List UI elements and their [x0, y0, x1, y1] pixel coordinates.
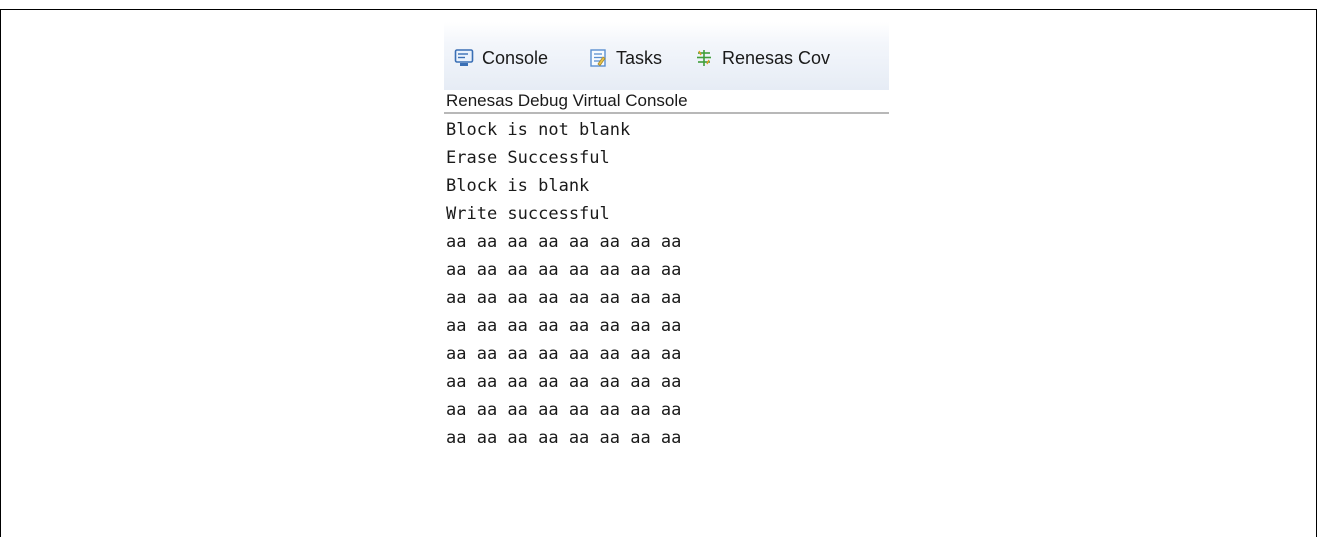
console-line: aa aa aa aa aa aa aa aa — [446, 428, 682, 448]
view-tab-bar: Console Tasks Renesas Cov — [444, 22, 889, 90]
console-line: Erase Successful — [446, 148, 610, 168]
console-line: aa aa aa aa aa aa aa aa — [446, 372, 682, 392]
console-line: aa aa aa aa aa aa aa aa — [446, 288, 682, 308]
tab-tasks-label: Tasks — [616, 47, 663, 68]
console-line: aa aa aa aa aa aa aa aa — [446, 232, 682, 252]
console-line: Block is not blank — [446, 120, 631, 140]
console-title: Renesas Debug Virtual Console — [444, 90, 889, 114]
console-output[interactable]: Block is not blank Erase Successful Bloc… — [444, 116, 889, 488]
tab-tasks[interactable]: Tasks — [588, 47, 662, 69]
tab-console-label: Console — [482, 47, 549, 68]
tasks-icon — [588, 48, 608, 68]
console-line: Block is blank — [446, 176, 590, 196]
console-icon — [454, 48, 474, 68]
coverage-icon — [694, 48, 714, 68]
console-line: aa aa aa aa aa aa aa aa — [446, 260, 682, 280]
tab-renesas-coverage[interactable]: Renesas Cov — [694, 47, 830, 69]
tab-renesas-coverage-label: Renesas Cov — [722, 47, 831, 68]
console-line: aa aa aa aa aa aa aa aa — [446, 316, 682, 336]
console-line: Write successful — [446, 204, 610, 224]
console-line: aa aa aa aa aa aa aa aa — [446, 400, 682, 420]
console-view: Console Tasks Renesas Cov Renesas Debug … — [444, 22, 889, 488]
console-line: aa aa aa aa aa aa aa aa — [446, 344, 682, 364]
tab-console[interactable]: Console — [454, 47, 548, 69]
